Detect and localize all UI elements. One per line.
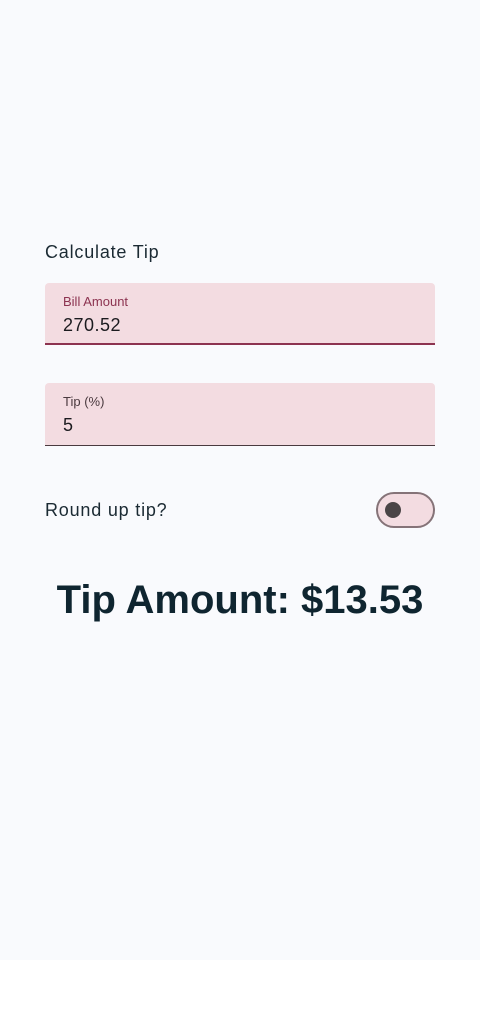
round-up-switch[interactable] xyxy=(376,492,435,528)
tip-percent-field[interactable]: Tip (%) xyxy=(45,383,435,446)
bill-amount-input[interactable] xyxy=(63,315,413,336)
tip-percent-input[interactable] xyxy=(63,415,413,436)
bill-amount-field[interactable]: Bill Amount xyxy=(45,283,435,345)
tip-amount-result: Tip Amount: $13.53 xyxy=(56,578,424,622)
app-screen: Calculate Tip Bill Amount Tip (%) Round … xyxy=(0,0,480,960)
bottom-area xyxy=(0,960,480,1014)
tip-percent-label: Tip (%) xyxy=(63,394,105,409)
page-title: Calculate Tip xyxy=(45,242,160,262)
switch-thumb xyxy=(385,502,401,518)
bill-amount-label: Bill Amount xyxy=(63,294,129,309)
round-up-label: Round up tip? xyxy=(45,500,168,520)
